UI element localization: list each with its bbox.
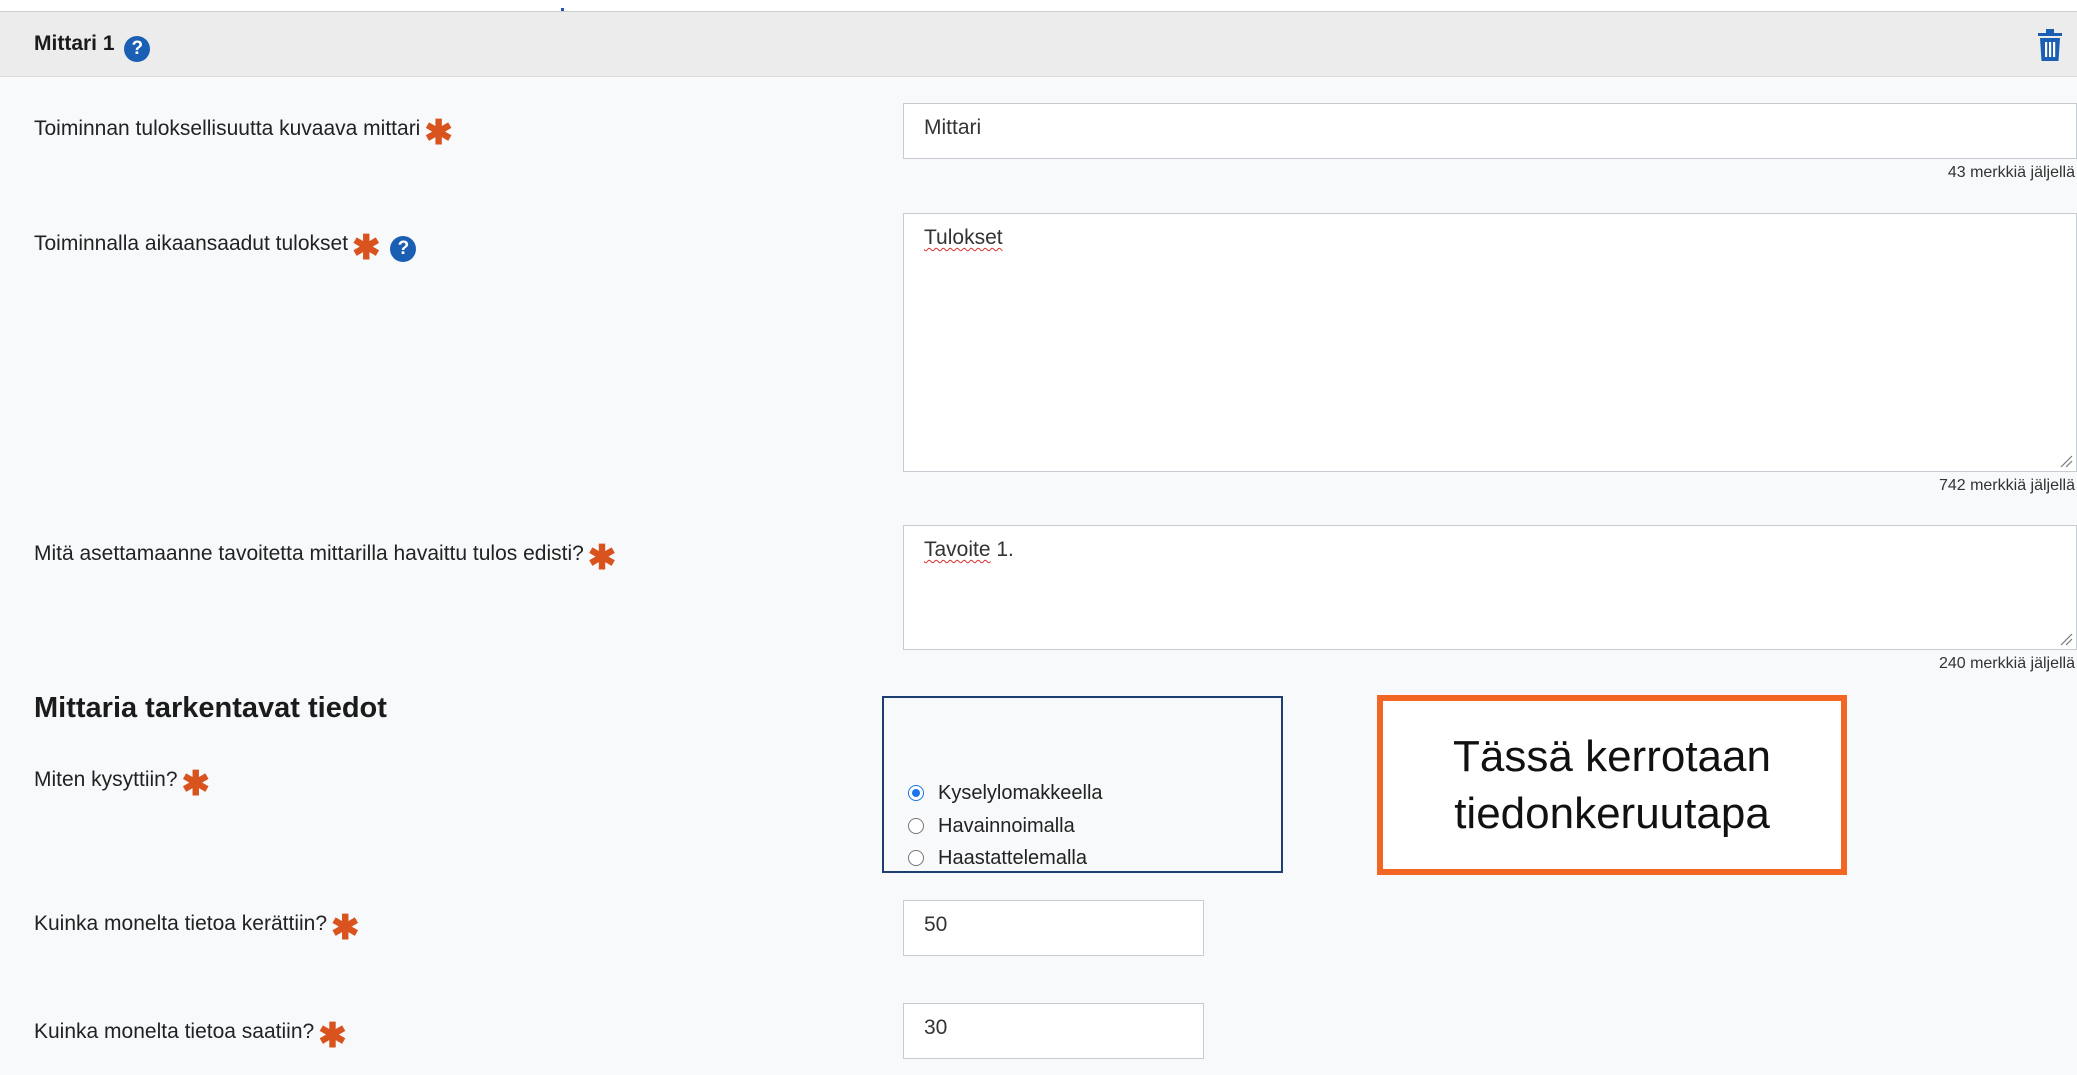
resize-handle-icon[interactable] (2059, 632, 2073, 646)
panel-header: Mittari 1 ? (0, 12, 2077, 77)
resize-handle-icon[interactable] (2059, 454, 2073, 468)
results-label-text: Toiminnalla aikaansaadut tulokset (34, 232, 349, 255)
method-radio-group: Kyselylomakkeella Havainnoimalla Haastat… (882, 696, 1283, 873)
radio-unselected-icon[interactable] (908, 818, 924, 834)
collected-label: Kuinka monelta tietoa kerättiin? ✱ (34, 911, 360, 945)
metric-label-text: Toiminnan tuloksellisuutta kuvaava mitta… (34, 117, 421, 140)
goal-textarea-rest: 1. (990, 538, 1014, 561)
metric-panel: Mittari 1 ? Toiminnan tuloksellisuutta k… (0, 11, 2077, 1075)
radio-option-haastattelemalla[interactable]: Haastattelemalla (908, 847, 1087, 870)
radio-option-kyselylomakkeella[interactable]: Kyselylomakkeella (908, 782, 1103, 805)
goal-textarea-word: Tavoite (924, 538, 991, 561)
help-icon[interactable]: ? (390, 236, 417, 262)
method-label: Miten kysyttiin? ✱ (34, 767, 210, 801)
required-asterisk-icon: ✱ (424, 114, 453, 152)
required-asterisk-icon: ✱ (587, 539, 617, 577)
panel-title: Mittari 1 ? (34, 32, 151, 62)
metric-input[interactable]: Mittari (903, 103, 2077, 159)
received-input[interactable]: 30 (903, 1003, 1204, 1059)
radio-selected-icon[interactable] (908, 785, 924, 801)
section-title: Mittaria tarkentavat tiedot (34, 692, 387, 724)
received-input-value: 30 (924, 1016, 948, 1039)
radio-option-label: Haastattelemalla (938, 847, 1087, 869)
goal-counter: 240 merkkiä jäljellä (1938, 655, 2075, 672)
required-asterisk-icon: ✱ (352, 229, 381, 267)
panel-title-text: Mittari 1 (34, 32, 115, 55)
collected-label-text: Kuinka monelta tietoa kerättiin? (34, 912, 328, 935)
results-textarea-value: Tulokset (924, 226, 1003, 249)
received-label-text: Kuinka monelta tietoa saatiin? (34, 1020, 315, 1043)
required-asterisk-icon: ✱ (181, 765, 211, 803)
results-counter: 742 merkkiä jäljellä (1938, 477, 2075, 494)
metric-counter: 43 merkkiä jäljellä (1947, 164, 2075, 181)
callout-line-1: Tässä kerrotaan (1453, 731, 1771, 781)
radio-unselected-icon[interactable] (908, 850, 924, 866)
goal-textarea[interactable]: Tavoite 1. (903, 525, 2077, 650)
received-label: Kuinka monelta tietoa saatiin? ✱ (34, 1019, 347, 1053)
collected-input[interactable]: 50 (903, 900, 1204, 956)
metric-label: Toiminnan tuloksellisuutta kuvaava mitta… (34, 116, 453, 150)
help-icon[interactable]: ? (124, 36, 151, 62)
collected-input-value: 50 (924, 913, 948, 936)
required-asterisk-icon: ✱ (331, 909, 360, 947)
method-label-text: Miten kysyttiin? (34, 768, 178, 791)
radio-option-label: Havainnoimalla (938, 815, 1075, 837)
trash-icon[interactable] (2036, 28, 2064, 62)
metric-input-value: Mittari (924, 116, 982, 139)
annotation-callout: Tässä kerrotaan tiedonkeruutapa (1377, 695, 1847, 875)
goal-label-text: Mitä asettamaanne tavoitetta mittarilla … (34, 542, 584, 565)
goal-label: Mitä asettamaanne tavoitetta mittarilla … (34, 541, 616, 575)
results-textarea[interactable]: Tulokset (903, 213, 2077, 472)
required-asterisk-icon: ✱ (318, 1017, 347, 1055)
results-label: Toiminnalla aikaansaadut tulokset ✱ ? (34, 231, 417, 265)
radio-option-havainnoimalla[interactable]: Havainnoimalla (908, 815, 1075, 838)
callout-line-2: tiedonkeruutapa (1454, 789, 1770, 838)
radio-option-label: Kyselylomakkeella (938, 782, 1103, 804)
